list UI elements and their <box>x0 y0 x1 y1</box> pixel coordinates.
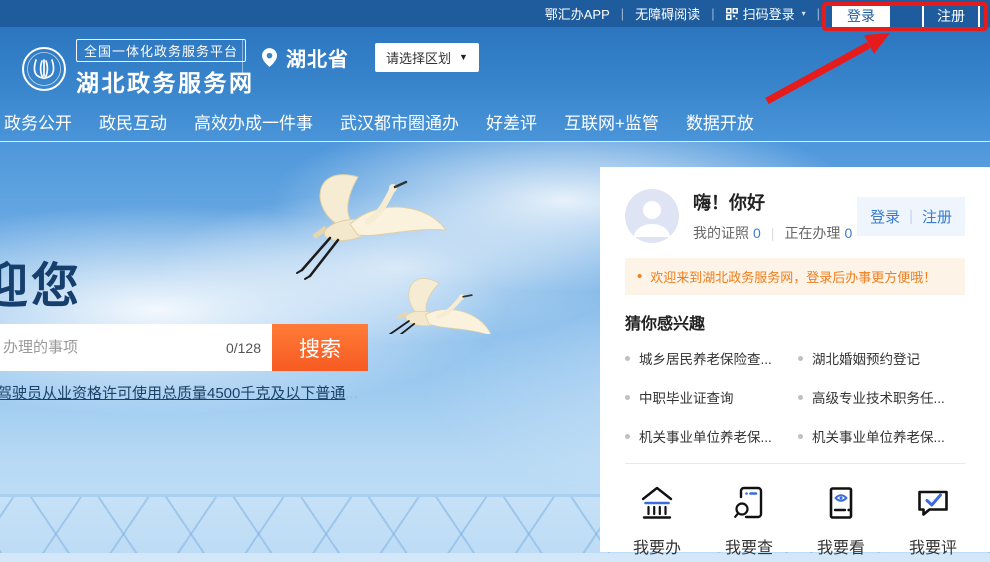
user-meta: 嗨！你好 我的证照 0 | 正在办理 0 <box>693 189 852 243</box>
interest-link[interactable]: 机关事业单位养老保... <box>798 426 965 446</box>
search-button[interactable]: 搜索 <box>272 324 368 371</box>
monitor-eye-icon <box>829 487 853 519</box>
topbar-login-button[interactable]: 登录 <box>832 3 890 29</box>
nav-item[interactable]: 政务公开 <box>4 109 72 134</box>
platform-badge: 全国一体化政务服务平台 <box>76 39 247 62</box>
hot-search-row: 驾驶员从业资格许可使用总质量4500千克及以下普通... <box>0 382 358 403</box>
action-woyaoban[interactable]: 我要办 <box>633 483 681 558</box>
site-logo-emblem <box>22 46 66 91</box>
hot-search-link[interactable]: 驾驶员从业资格许可使用总质量4500千克及以下普通 <box>0 385 345 402</box>
topbar-link-qr-login[interactable]: 扫码登录 <box>725 4 795 23</box>
bullet-dot: • <box>637 268 643 285</box>
action-label: 我要办 <box>633 540 682 557</box>
topbar-register-button[interactable]: 注册 <box>922 3 980 29</box>
welcome-notice-text: 欢迎来到湖北政务服务网，登录后办事更方便哦！ <box>650 270 937 285</box>
nav-item[interactable]: 高效办成一件事 <box>194 109 313 134</box>
region-selector-button[interactable]: 请选择区划 ▼ <box>375 42 479 72</box>
welcome-title: 迎您 <box>0 260 83 308</box>
quick-actions: 我要办 我要查 我要看 我要评 <box>625 483 965 558</box>
separator: | <box>770 225 775 241</box>
province-label: 湖北省 <box>286 48 349 71</box>
action-woyaokan[interactable]: 我要看 <box>817 483 865 558</box>
action-label: 我要看 <box>816 540 865 557</box>
main-nav: 政务公开 政民互动 高效办成一件事 武汉都市圈通办 好差评 互联网+监管 数据开… <box>4 109 754 134</box>
bank-icon <box>641 486 673 519</box>
brand[interactable]: 全国一体化政务服务平台 湖北政务服务网 <box>21 39 255 98</box>
search-bar: 0/128 搜索 <box>0 324 368 371</box>
action-woyaoping[interactable]: 我要评 <box>909 483 957 558</box>
action-label: 我要评 <box>908 540 957 557</box>
nav-item[interactable]: 互联网+监管 <box>564 109 659 134</box>
nav-item[interactable]: 政民互动 <box>99 109 167 134</box>
interest-links: 城乡居民养老保险查... 湖北婚姻预约登记 中职毕业证查询 高级专业技术职务任.… <box>625 348 965 446</box>
qr-code-icon <box>725 7 738 20</box>
stat-my-certificates[interactable]: 我的证照 0 <box>693 223 761 243</box>
divider <box>242 39 243 75</box>
stat-value: 0 <box>844 225 853 241</box>
chevron-down-icon: ▾ <box>801 9 806 18</box>
search-input[interactable] <box>0 324 226 371</box>
interest-link[interactable]: 高级专业技术职务任... <box>798 387 965 407</box>
user-panel: 嗨！你好 我的证照 0 | 正在办理 0 登录 | 注册 • 欢迎来到湖北政务服务网… <box>600 167 990 557</box>
nav-item[interactable]: 好差评 <box>486 109 537 134</box>
avatar <box>625 189 679 243</box>
char-counter: 0/128 <box>225 339 261 356</box>
auth-group: 登录 注册 <box>832 3 980 29</box>
separator: | <box>909 207 913 225</box>
topbar-link-ehuiban-app[interactable]: 鄂汇办APP <box>545 4 610 23</box>
topbar-link-accessible-reading[interactable]: 无障碍阅读 <box>635 4 700 23</box>
separator: | <box>620 6 625 21</box>
stat-label: 正在办理 <box>784 225 841 241</box>
action-woyaocha[interactable]: 我要查 <box>725 483 773 558</box>
topbar: 鄂汇办APP | 无障碍阅读 | 扫码登录 ▾ | 登录 注册 <box>0 0 990 29</box>
user-stats: 我的证照 0 | 正在办理 0 <box>693 223 852 243</box>
page: 鄂汇办APP | 无障碍阅读 | 扫码登录 ▾ | 登录 注册 全国一体化政务服… <box>0 0 990 562</box>
stat-in-progress[interactable]: 正在办理 0 <box>784 223 852 243</box>
location-group: 湖北省 请选择区划 ▼ <box>242 39 479 75</box>
nav-item[interactable]: 数据开放 <box>686 109 754 134</box>
separator: | <box>816 6 820 21</box>
stat-label: 我的证照 <box>693 225 749 241</box>
welcome-notice: • 欢迎来到湖北政务服务网，登录后办事更方便哦！ <box>625 258 965 295</box>
topbar-links: 鄂汇办APP | 无障碍阅读 | 扫码登录 ▾ | <box>545 0 820 27</box>
interest-link[interactable]: 机关事业单位养老保... <box>625 426 792 446</box>
section-title-interests: 猜你感兴趣 <box>625 316 706 333</box>
comment-check-icon <box>918 490 948 516</box>
chevron-down-icon: ▼ <box>459 52 468 62</box>
ellipsis: ... <box>345 385 358 402</box>
panel-register-link[interactable]: 注册 <box>922 206 952 227</box>
site-title: 湖北政务服务网 <box>76 70 255 96</box>
interest-link[interactable]: 中职毕业证查询 <box>625 387 792 407</box>
interest-link[interactable]: 城乡居民养老保险查... <box>625 348 792 368</box>
location-pin-icon <box>262 47 277 67</box>
stat-value: 0 <box>753 225 761 241</box>
logo-text: 全国一体化政务服务平台 湖北政务服务网 <box>76 39 255 98</box>
nav-item[interactable]: 武汉都市圈通办 <box>340 109 459 134</box>
topbar-link-label: 扫码登录 <box>742 7 795 22</box>
interest-link[interactable]: 湖北婚姻预约登记 <box>798 348 965 368</box>
cranes-illustration <box>282 154 532 334</box>
user-row: 嗨！你好 我的证照 0 | 正在办理 0 登录 | 注册 <box>625 189 965 243</box>
separator: | <box>711 6 715 21</box>
document-search-icon <box>734 486 763 519</box>
header: 全国一体化政务服务平台 湖北政务服务网 湖北省 请选择区划 ▼ 政务公开 政民互… <box>0 27 990 141</box>
panel-login-box: 登录 | 注册 <box>857 196 965 236</box>
region-selector-label: 请选择区划 <box>386 50 452 66</box>
greeting-text: 嗨！你好 <box>693 193 765 213</box>
action-label: 我要查 <box>724 540 773 557</box>
divider <box>625 463 965 464</box>
panel-login-link[interactable]: 登录 <box>870 206 900 227</box>
